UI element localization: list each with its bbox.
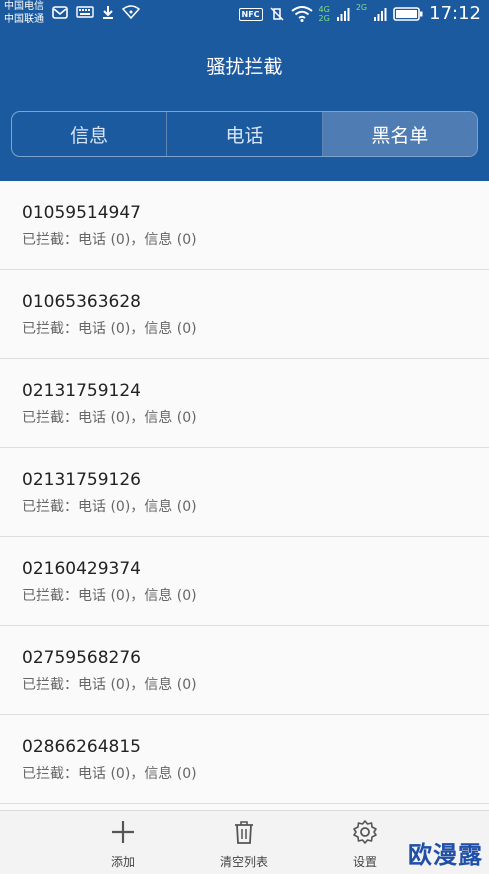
list-item[interactable]: 01065363628 已拦截：电话 (0)，信息 (0) — [0, 270, 489, 359]
wifi-hotspot-icon — [122, 5, 140, 19]
page-title: 骚扰拦截 — [206, 56, 283, 78]
tab-messages[interactable]: 信息 — [12, 112, 168, 156]
network-label-2g-b: 2G — [355, 3, 368, 12]
tab-calls[interactable]: 电话 — [167, 112, 323, 156]
list-item[interactable]: 02160429374 已拦截：电话 (0)，信息 (0) — [0, 537, 489, 626]
notification-icons — [52, 5, 140, 19]
status-bar: 中国电信 中国联通 NFC 4G 2G 2G 17:12 — [0, 0, 489, 30]
plus-icon — [112, 821, 134, 843]
download-icon — [103, 6, 113, 19]
add-label: 添加 — [110, 855, 135, 869]
block-summary: 已拦截：电话 (0)，信息 (0) — [22, 588, 197, 604]
system-icons: NFC 4G 2G 2G 17:12 — [238, 3, 481, 25]
phone-number: 01059514947 — [22, 203, 141, 223]
clear-list-label: 清空列表 — [219, 855, 268, 869]
phone-number: 01065363628 — [22, 292, 141, 312]
phone-number: 02759568276 — [22, 648, 141, 668]
keyboard-icon — [76, 6, 94, 18]
block-summary: 已拦截：电话 (0)，信息 (0) — [22, 321, 197, 337]
add-button[interactable]: 添加 — [78, 819, 168, 870]
gear-icon — [353, 820, 377, 844]
blacklist-list: 01059514947 已拦截：电话 (0)，信息 (0) 0106536362… — [0, 181, 489, 810]
list-item[interactable]: 02131759126 已拦截：电话 (0)，信息 (0) — [0, 448, 489, 537]
block-summary: 已拦截：电话 (0)，信息 (0) — [22, 677, 197, 693]
header: 中国电信 中国联通 NFC 4G 2G 2G 17:12 骚扰拦截 信息 电话 — [0, 0, 489, 181]
block-summary: 已拦截：电话 (0)，信息 (0) — [22, 499, 197, 515]
carrier-1: 中国电信 — [4, 1, 44, 12]
phone-number: 02160429374 — [22, 559, 141, 579]
mail-icon — [52, 5, 68, 19]
list-item[interactable]: 02759568276 已拦截：电话 (0)，信息 (0) — [0, 626, 489, 715]
phone-number: 02131759124 — [22, 381, 141, 401]
nfc-icon: NFC — [238, 7, 263, 21]
list-item[interactable]: 01059514947 已拦截：电话 (0)，信息 (0) — [0, 181, 489, 270]
watermark: 欧漫露 — [408, 841, 483, 869]
carrier-2: 中国联通 — [4, 14, 44, 25]
signal-icon-2 — [374, 8, 387, 21]
block-summary: 已拦截：电话 (0)，信息 (0) — [22, 766, 197, 782]
carrier-labels: 中国电信 中国联通 — [4, 0, 44, 26]
vibrate-off-icon — [270, 7, 284, 21]
tab-bar: 信息 电话 黑名单 — [11, 111, 478, 157]
phone-number: 02866264815 — [22, 737, 141, 757]
block-summary: 已拦截：电话 (0)，信息 (0) — [22, 232, 197, 248]
clear-list-button[interactable]: 清空列表 — [199, 819, 289, 870]
settings-button[interactable]: 设置 — [320, 819, 410, 870]
list-item[interactable]: 02866264815 已拦截：电话 (0)，信息 (0) — [0, 715, 489, 804]
network-label-2g-a: 2G — [318, 14, 330, 23]
network-label-4g: 4G — [318, 5, 330, 14]
clock: 17:12 — [429, 3, 481, 24]
block-summary: 已拦截：电话 (0)，信息 (0) — [22, 410, 197, 426]
trash-icon — [235, 821, 253, 844]
battery-icon — [393, 7, 423, 21]
phone-number: 02131759126 — [22, 470, 141, 490]
signal-icon-1 — [336, 8, 350, 21]
network-labels-1: 4G 2G — [319, 5, 330, 23]
list-item[interactable]: 02131759124 已拦截：电话 (0)，信息 (0) — [0, 359, 489, 448]
settings-label: 设置 — [352, 855, 377, 869]
wifi-icon — [290, 6, 313, 22]
tab-blacklist[interactable]: 黑名单 — [322, 112, 477, 156]
